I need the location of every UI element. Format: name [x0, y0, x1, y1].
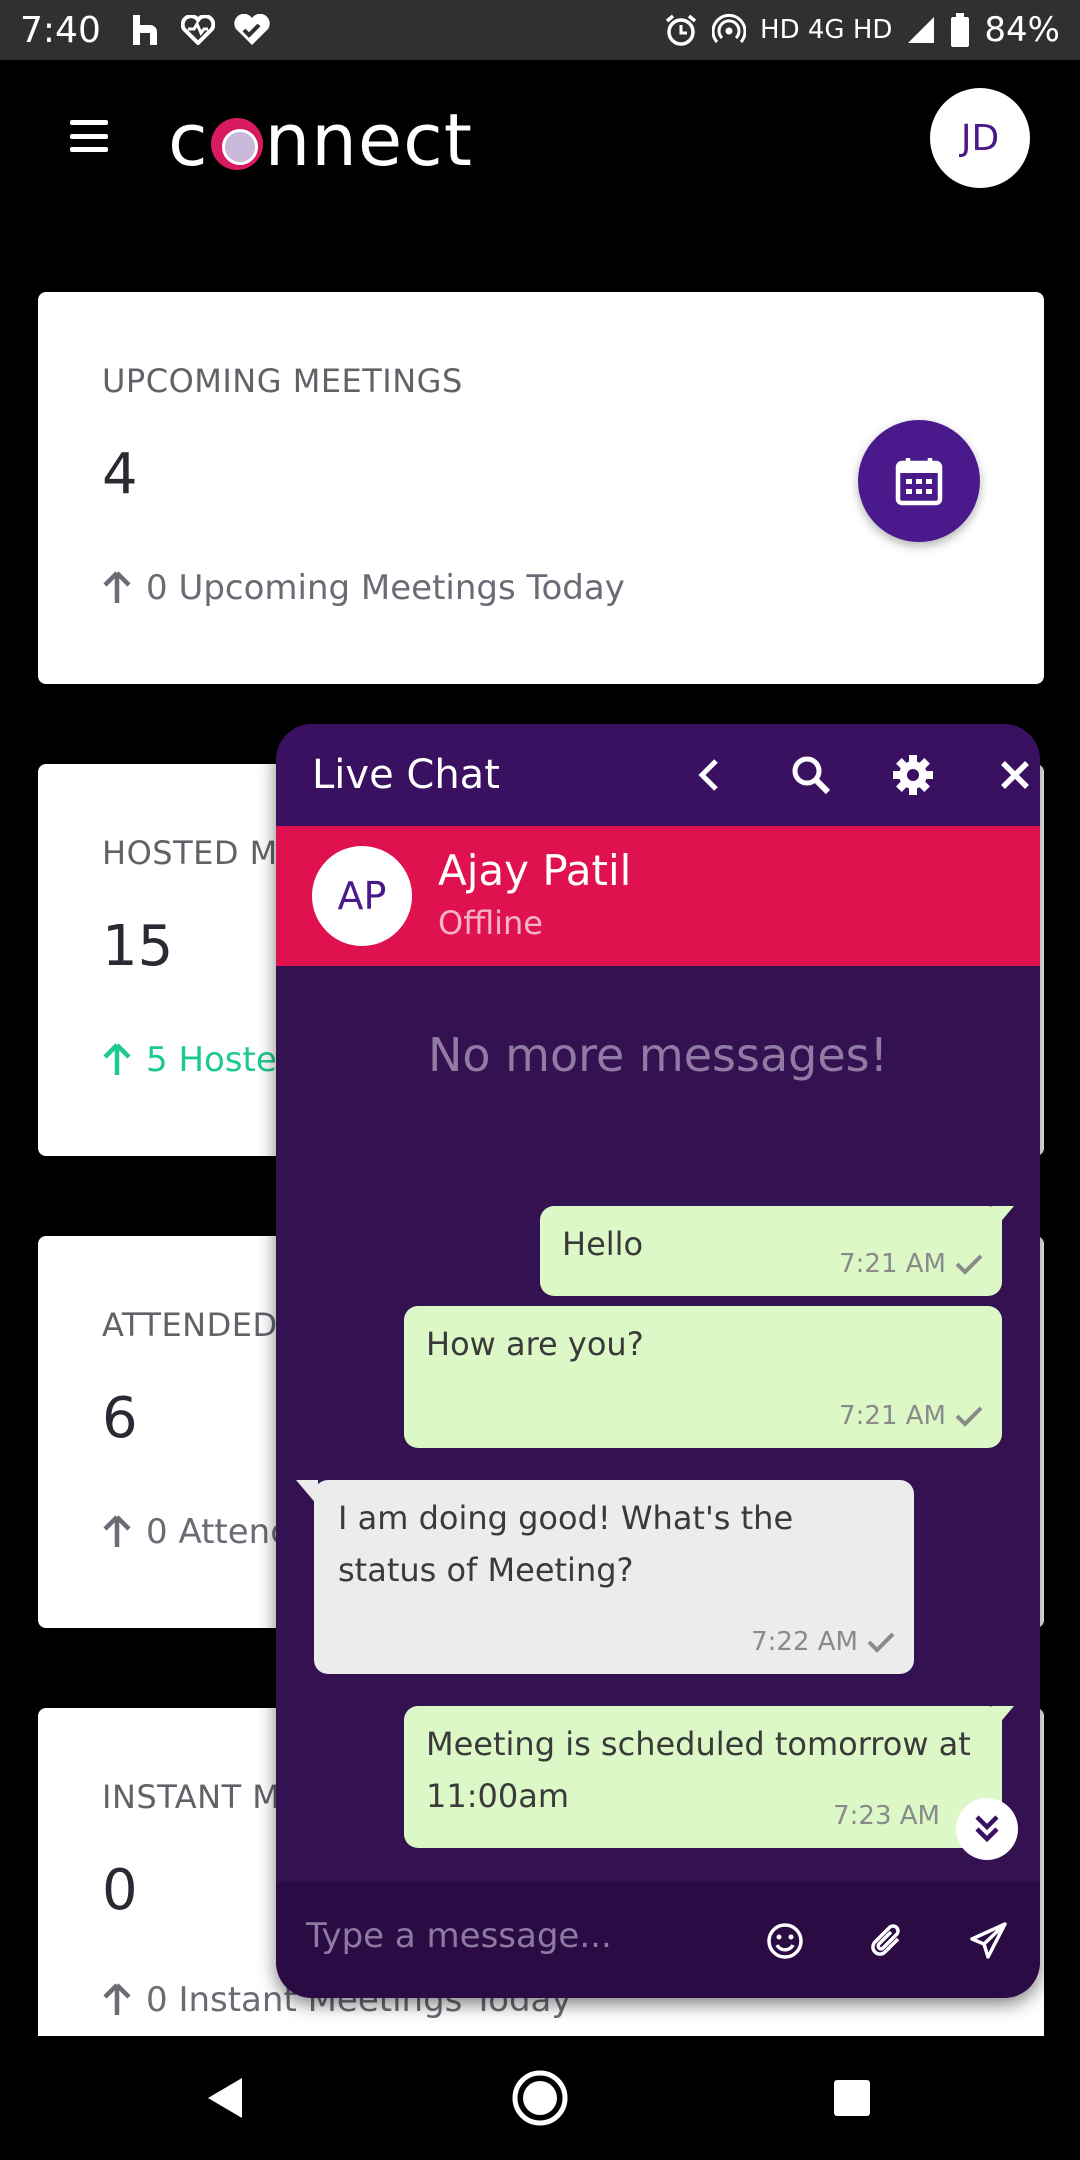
- contact-avatar: AP: [312, 846, 412, 946]
- card-title: INSTANT M: [102, 1778, 281, 1816]
- close-icon[interactable]: [990, 750, 1040, 800]
- back-icon[interactable]: [684, 750, 734, 800]
- app-notification-icon: [132, 15, 157, 45]
- check-icon: [955, 1406, 983, 1427]
- card-count: 6: [102, 1386, 138, 1451]
- message-text-line: Meeting is scheduled tomorrow at: [426, 1725, 971, 1763]
- chat-contact-bar[interactable]: AP Ajay Patil Offline: [276, 826, 1040, 966]
- message-text-line: I am doing good! What's the: [338, 1499, 794, 1537]
- hotspot-icon: [712, 13, 747, 43]
- system-nav-bar: [0, 2036, 1080, 2160]
- app-bar: c nnect JD: [0, 60, 1080, 220]
- bubble-tail: [992, 1706, 1014, 1732]
- logo-o-mark: [210, 118, 263, 170]
- battery-percent: 84%: [984, 10, 1060, 50]
- calendar-button[interactable]: [858, 420, 980, 542]
- card-subtext: 0 Attenc: [102, 1512, 289, 1552]
- nav-recents-icon[interactable]: [820, 2066, 884, 2130]
- chat-title: Live Chat: [312, 752, 500, 798]
- card-subtext: 5 Hoste: [102, 1040, 277, 1080]
- message-text: Hello: [562, 1225, 644, 1263]
- card-count: 4: [102, 442, 138, 507]
- user-avatar[interactable]: JD: [930, 88, 1030, 188]
- double-chevron-down-icon: [975, 1815, 999, 1843]
- attach-icon[interactable]: [862, 1916, 912, 1966]
- card-title: UPCOMING MEETINGS: [102, 362, 463, 400]
- message-time: 7:22 AM: [751, 1627, 858, 1657]
- message-text-line: status of Meeting?: [338, 1551, 634, 1589]
- no-more-messages: No more messages!: [427, 1028, 889, 1082]
- message-outgoing: Meeting is scheduled tomorrow at 11:00am…: [404, 1706, 1002, 1848]
- message-meta: 7:23 AM: [833, 1790, 940, 1842]
- card-subtext-label: 0 Attenc: [146, 1512, 289, 1552]
- arrow-up-icon: [103, 1515, 131, 1547]
- message-time: 7:23 AM: [833, 1801, 940, 1831]
- network-labels: HD 4G HD: [760, 15, 893, 45]
- message-text: How are you?: [426, 1325, 644, 1363]
- notification-icons: [129, 13, 271, 47]
- check-icon: [955, 1254, 983, 1275]
- nav-home-icon[interactable]: [508, 2066, 572, 2130]
- card-subtext: 0 Upcoming Meetings Today: [102, 568, 625, 608]
- message-time: 7:21 AM: [839, 1249, 946, 1279]
- message-meta: 7:21 AM: [839, 1238, 984, 1290]
- upcoming-meetings-card[interactable]: UPCOMING MEETINGS 4 0 Upcoming Meetings …: [38, 292, 1044, 684]
- calendar-icon: [895, 458, 943, 506]
- system-status: HD 4G HD 84%: [664, 10, 1060, 50]
- arrow-up-icon: [103, 571, 131, 603]
- menu-icon[interactable]: [70, 120, 108, 152]
- message-meta: 7:21 AM: [839, 1390, 984, 1442]
- search-icon[interactable]: [786, 750, 836, 800]
- chat-header: Live Chat: [276, 724, 1040, 826]
- battery-icon: [951, 13, 970, 47]
- contact-status: Offline: [438, 904, 543, 942]
- connect-logo: c nnect: [168, 98, 473, 182]
- alarm-icon: [665, 14, 697, 46]
- card-subtext-label: 0 Upcoming Meetings Today: [146, 568, 625, 608]
- check-icon: [867, 1632, 895, 1653]
- arrow-up-icon: [103, 1043, 131, 1075]
- card-count: 0: [102, 1858, 138, 1923]
- contact-name: Ajay Patil: [438, 846, 632, 895]
- status-time: 7:40: [20, 9, 101, 51]
- message-input[interactable]: Type a message...: [306, 1916, 612, 1956]
- message-meta: 7:22 AM: [751, 1616, 896, 1668]
- nav-back-icon[interactable]: [192, 2066, 256, 2130]
- arrow-up-icon: [103, 1983, 131, 2015]
- logo-letter-c: c: [168, 98, 209, 182]
- message-incoming: I am doing good! What's the status of Me…: [314, 1480, 914, 1674]
- gear-icon[interactable]: [888, 750, 938, 800]
- logo-text: nnect: [264, 98, 473, 182]
- card-title: ATTENDED: [102, 1306, 278, 1344]
- signal-icon: [908, 17, 935, 43]
- send-icon[interactable]: [964, 1916, 1014, 1966]
- card-subtext-label: 5 Hoste: [146, 1040, 277, 1080]
- scroll-to-bottom-button[interactable]: [956, 1798, 1018, 1860]
- heart-icon: [234, 14, 270, 45]
- message-composer: Type a message...: [276, 1882, 1040, 1998]
- message-outgoing: Hello 7:21 AM: [540, 1206, 1002, 1296]
- live-chat-panel: Live Chat AP Ajay Patil Offline No more …: [276, 724, 1040, 1998]
- status-bar: 7:40 HD 4G HD 84%: [0, 0, 1080, 60]
- message-outgoing: How are you? 7:21 AM: [404, 1306, 1002, 1448]
- card-title: HOSTED M: [102, 834, 278, 872]
- bubble-tail: [992, 1206, 1014, 1232]
- card-count: 15: [102, 914, 174, 979]
- message-time: 7:21 AM: [839, 1401, 946, 1431]
- heartbeat-icon: [180, 15, 215, 45]
- emoji-icon[interactable]: [760, 1916, 810, 1966]
